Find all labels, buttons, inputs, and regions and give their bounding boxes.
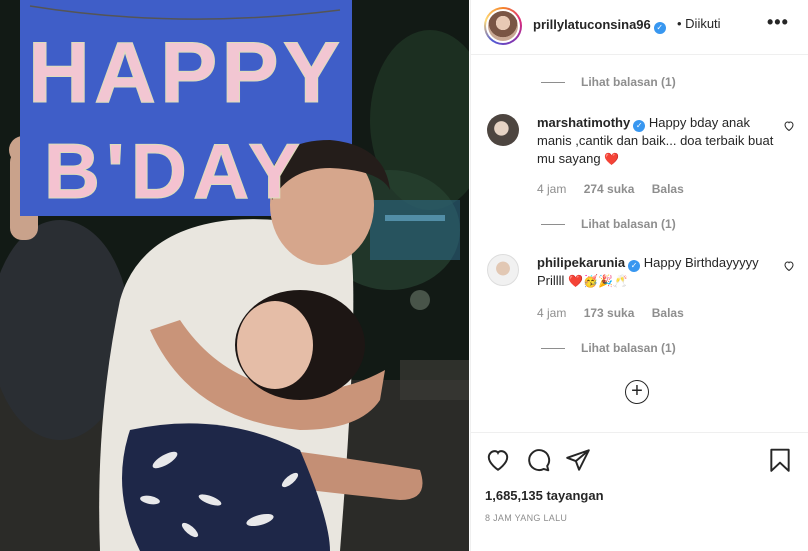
comment-text: marshatimothy ✓ Happy bday anak manis ,ca… bbox=[537, 114, 777, 168]
author-username-text[interactable]: prillylatuconsina96 bbox=[533, 17, 651, 32]
comment-text: philipekarunia ✓ Happy Birthdayyyyy Prill… bbox=[537, 254, 777, 290]
view-replies-link[interactable]: Lihat balasan (1) bbox=[541, 217, 676, 231]
reply-divider-line bbox=[541, 82, 565, 84]
celebration-emojis: ❤️🥳🎉🥂 bbox=[568, 274, 628, 288]
view-replies-text[interactable]: Lihat balasan (1) bbox=[581, 341, 676, 355]
view-replies-text[interactable]: Lihat balasan (1) bbox=[581, 75, 676, 89]
post-header: prillylatuconsina96 ✓ • Diikuti ••• bbox=[471, 0, 808, 55]
like-heart-icon[interactable] bbox=[485, 447, 511, 473]
sign-line-2: B'DAY bbox=[44, 127, 306, 215]
reply-divider-line bbox=[541, 224, 565, 226]
sign-line-1: HAPPY bbox=[28, 25, 344, 121]
commenter-username[interactable]: marshatimothy bbox=[537, 115, 630, 130]
reply-divider-line bbox=[541, 348, 565, 350]
verified-badge-icon: ✓ bbox=[628, 260, 641, 272]
view-replies-link[interactable]: Lihat balasan (1) bbox=[541, 341, 676, 355]
comment-time: 4 jam bbox=[537, 306, 567, 320]
post-side-panel: prillylatuconsina96 ✓ • Diikuti ••• Lihat… bbox=[470, 0, 808, 551]
like-comment-heart-icon[interactable] bbox=[783, 260, 795, 272]
view-count[interactable]: 1,685,135 tayangan bbox=[485, 488, 604, 503]
commenter-avatar[interactable] bbox=[487, 254, 519, 286]
like-comment-heart-icon[interactable] bbox=[783, 120, 795, 132]
save-bookmark-icon[interactable] bbox=[767, 447, 793, 473]
verified-badge-icon: ✓ bbox=[653, 22, 666, 34]
verified-badge-icon: ✓ bbox=[633, 120, 646, 132]
view-replies-link[interactable]: Lihat balasan (1) bbox=[541, 75, 676, 89]
author-username[interactable]: prillylatuconsina96 ✓ bbox=[533, 17, 666, 34]
reply-button[interactable]: Balas bbox=[652, 306, 684, 320]
sign-lettering: HAPPY B'DAY bbox=[27, 25, 344, 216]
post-timestamp: 8 JAM YANG LALU bbox=[485, 513, 568, 523]
commenter-username[interactable]: philipekarunia bbox=[537, 255, 625, 270]
comment-meta: 4 jam 274 suka Balas bbox=[537, 182, 698, 196]
comment-meta: 4 jam 173 suka Balas bbox=[537, 306, 698, 320]
share-paper-plane-icon[interactable] bbox=[565, 447, 591, 473]
heart-emoji: ❤️ bbox=[604, 152, 620, 166]
comment-time: 4 jam bbox=[537, 182, 567, 196]
comment-likes[interactable]: 274 suka bbox=[584, 182, 635, 196]
reply-button[interactable]: Balas bbox=[652, 182, 684, 196]
post-actions: 1,685,135 tayangan 8 JAM YANG LALU bbox=[471, 432, 808, 551]
author-avatar[interactable] bbox=[484, 7, 522, 45]
follow-status[interactable]: • Diikuti bbox=[677, 16, 721, 31]
view-replies-text[interactable]: Lihat balasan (1) bbox=[581, 217, 676, 231]
commenter-avatar[interactable] bbox=[487, 114, 519, 146]
comments-list: Lihat balasan (1) marshatimothy ✓ Happy b… bbox=[471, 56, 808, 432]
comment-likes[interactable]: 173 suka bbox=[584, 306, 635, 320]
more-options-icon[interactable]: ••• bbox=[767, 12, 789, 33]
post-video[interactable]: HAPPY B'DAY bbox=[0, 0, 469, 551]
load-more-comments-icon[interactable]: + bbox=[625, 380, 649, 404]
comment-bubble-icon[interactable] bbox=[525, 447, 551, 473]
